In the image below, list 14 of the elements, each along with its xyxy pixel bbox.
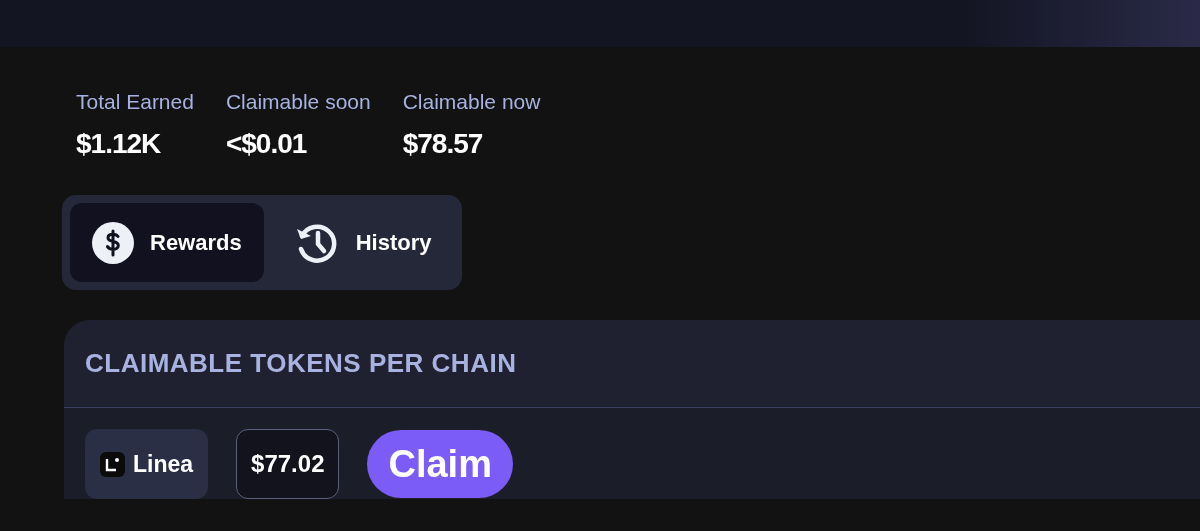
dollar-icon: [92, 221, 134, 264]
stat-label: Total Earned: [76, 89, 194, 115]
stat-label: Claimable soon: [225, 89, 371, 115]
chain-logo-icon: [100, 451, 125, 477]
card-title: CLAIMABLE TOKENS PER CHAIN: [85, 347, 517, 380]
tab[interactable]: Rewards: [70, 203, 264, 282]
stat-value: <$0.01: [225, 127, 308, 161]
claim-button[interactable]: Claim: [367, 430, 513, 498]
amount-value: $77.02: [236, 429, 340, 499]
stat-value: $78.57: [402, 127, 484, 161]
stat-value: $1.12K: [76, 127, 162, 161]
tab[interactable]: History: [271, 203, 454, 282]
stat-label: Claimable now: [402, 89, 541, 115]
chain-name: Linea: [133, 449, 194, 479]
